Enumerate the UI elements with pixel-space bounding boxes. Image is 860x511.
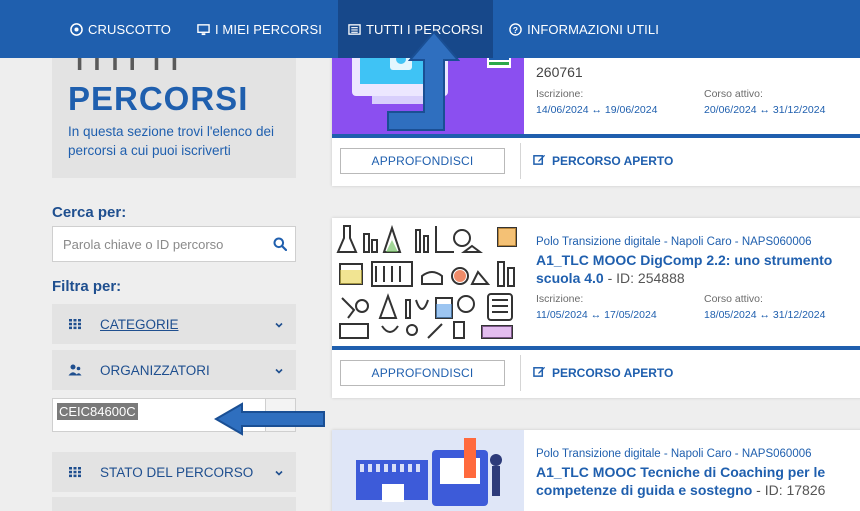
corso-attivo-dates: 18/05/2024 ↔ 31/12/2024 bbox=[704, 309, 826, 321]
course-card: Polo Transizione digitale - Napoli Caro … bbox=[332, 218, 860, 398]
search-input[interactable] bbox=[63, 236, 263, 252]
annotation-arrow-up bbox=[387, 30, 460, 131]
chevron-down-icon bbox=[274, 364, 284, 374]
iscrizione-dates: 14/06/2024 ↔ 19/06/2024 bbox=[536, 104, 658, 116]
nav-label: I MIEI PERCORSI bbox=[215, 21, 322, 37]
course-title: A1_TLC MOOC DigComp 2.2: uno strumento s… bbox=[536, 251, 860, 287]
filter-categorie-label: CATEGORIE bbox=[100, 316, 179, 332]
corso-attivo-label: Corso attivo: bbox=[704, 88, 763, 100]
grid-icon bbox=[68, 317, 82, 331]
percorso-aperto-link[interactable]: PERCORSO APERTO bbox=[533, 153, 673, 169]
search-icon[interactable] bbox=[273, 237, 288, 252]
corso-attivo-label: Corso attivo: bbox=[704, 293, 763, 305]
percorso-aperto-label: PERCORSO APERTO bbox=[552, 366, 674, 380]
svg-text:?: ? bbox=[513, 24, 518, 34]
annotation-arrow-left bbox=[214, 402, 325, 436]
card-actions: APPROFONDISCI PERCORSO APERTO bbox=[332, 140, 860, 182]
percorso-aperto-link[interactable]: PERCORSO APERTO bbox=[533, 365, 673, 381]
nav-item-i-miei-percorsi[interactable]: I MIEI PERCORSI bbox=[187, 0, 332, 58]
page-description: In questa sezione trovi l'elenco dei per… bbox=[68, 124, 274, 158]
filter-stato-del-percorso[interactable]: STATO DEL PERCORSO bbox=[52, 452, 296, 492]
monitor-icon bbox=[197, 23, 210, 36]
dashboard-icon bbox=[70, 22, 83, 36]
hero-box: TUTTI PERCORSI In questa sezione trovi l… bbox=[52, 50, 296, 178]
filter-label: Filtra per: bbox=[52, 278, 122, 295]
course-info: Polo Transizione digitale - Napoli Caro … bbox=[536, 448, 860, 499]
corso-attivo-dates: 20/06/2024 ↔ 31/12/2024 bbox=[704, 104, 826, 116]
percorso-aperto-label: PERCORSO APERTO bbox=[552, 154, 674, 168]
course-id: - ID: 254888 bbox=[603, 270, 685, 286]
course-title-line2[interactable]: scuola 4.0 bbox=[536, 270, 604, 286]
course-title-line1[interactable]: A1_TLC MOOC DigComp 2.2: uno strumento bbox=[536, 251, 860, 269]
action-divider bbox=[520, 143, 521, 179]
list-icon bbox=[348, 23, 361, 36]
course-thumbnail bbox=[332, 430, 524, 511]
nav-label: CRUSCOTTO bbox=[88, 21, 171, 37]
chevron-down-icon bbox=[274, 318, 284, 328]
filter-organizzatori-label: ORGANIZZATORI bbox=[100, 362, 210, 378]
course-title-line1[interactable]: A1_TLC MOOC Tecniche di Coaching per le bbox=[536, 463, 860, 481]
iscrizione-dates: 11/05/2024 ↔ 17/05/2024 bbox=[536, 309, 657, 321]
search-label: Cerca per: bbox=[52, 204, 127, 221]
filter-next[interactable] bbox=[52, 497, 296, 511]
filter-categorie[interactable]: CATEGORIE bbox=[52, 304, 296, 344]
approfondisci-button[interactable]: APPROFONDISCI bbox=[340, 360, 505, 386]
nav-item-cruscotto[interactable]: CRUSCOTTO bbox=[60, 0, 181, 58]
organizzatori-value: CEIC84600C bbox=[57, 403, 138, 420]
nav-item-informazioni-utili[interactable]: ? INFORMAZIONI UTILI bbox=[499, 0, 669, 58]
search-box bbox=[52, 226, 296, 262]
users-icon bbox=[68, 363, 82, 377]
card-divider-bar bbox=[332, 346, 860, 350]
edit-icon bbox=[533, 365, 546, 381]
course-info: 260761 Iscrizione: 14/06/2024 ↔ 19/06/20… bbox=[536, 64, 860, 116]
action-divider bbox=[520, 355, 521, 391]
course-id: 260761 bbox=[536, 64, 583, 80]
chevron-down-icon bbox=[274, 466, 284, 476]
page-title: PERCORSI bbox=[68, 80, 249, 117]
nav-label: INFORMAZIONI UTILI bbox=[527, 21, 659, 37]
card-actions: APPROFONDISCI PERCORSO APERTO bbox=[332, 352, 860, 394]
approfondisci-button[interactable]: APPROFONDISCI bbox=[340, 148, 505, 174]
grid-icon bbox=[68, 465, 82, 479]
organizer-line: Polo Transizione digitale - Napoli Caro … bbox=[536, 448, 812, 460]
filter-organizzatori[interactable]: ORGANIZZATORI bbox=[52, 350, 296, 390]
filter-stato-label: STATO DEL PERCORSO bbox=[100, 464, 254, 480]
organizer-line: Polo Transizione digitale - Napoli Caro … bbox=[536, 236, 812, 248]
course-title: A1_TLC MOOC Tecniche di Coaching per le … bbox=[536, 463, 860, 499]
course-dates: Iscrizione: 11/05/2024 ↔ 17/05/2024 Cors… bbox=[536, 293, 860, 321]
course-dates: Iscrizione: 14/06/2024 ↔ 19/06/2024 Cors… bbox=[536, 88, 860, 116]
edit-icon bbox=[533, 153, 546, 169]
iscrizione-label: Iscrizione: bbox=[536, 293, 584, 305]
help-icon: ? bbox=[509, 22, 522, 36]
iscrizione-label: Iscrizione: bbox=[536, 88, 584, 100]
card-divider-bar bbox=[332, 134, 860, 138]
course-info: Polo Transizione digitale - Napoli Caro … bbox=[536, 236, 860, 321]
course-thumbnail bbox=[332, 218, 524, 343]
course-title-line2[interactable]: competenze di guida e sostegno bbox=[536, 482, 752, 498]
course-card: Polo Transizione digitale - Napoli Caro … bbox=[332, 430, 860, 511]
course-id: - ID: 17826 bbox=[752, 482, 826, 498]
